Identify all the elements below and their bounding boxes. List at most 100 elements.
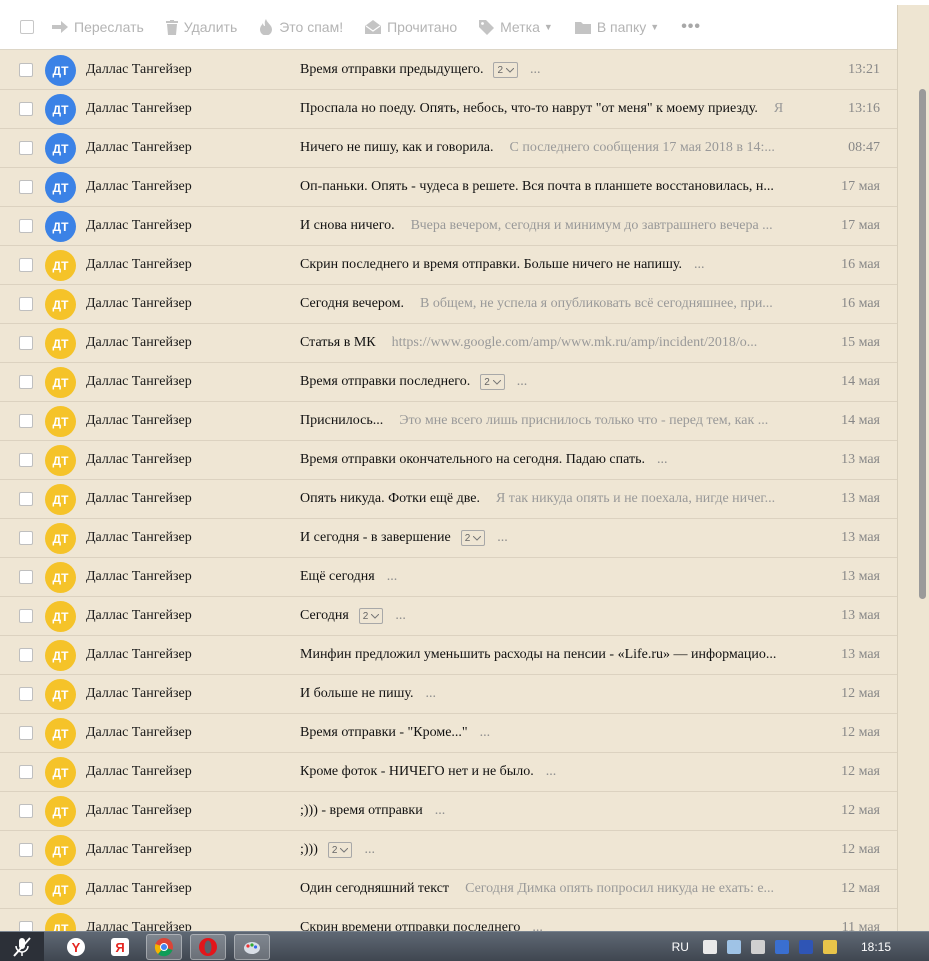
clock[interactable]: 18:15	[861, 940, 891, 954]
avatar[interactable]: ДТ	[45, 55, 76, 86]
scrollbar-thumb[interactable]	[919, 89, 926, 599]
select-all-checkbox[interactable]	[20, 20, 34, 34]
more-icon[interactable]: ...	[657, 452, 668, 468]
avatar[interactable]: ДТ	[45, 562, 76, 593]
email-row[interactable]: ДТ Даллас Тангейзер Проспала но поеду. Опя…	[0, 90, 897, 129]
email-checkbox[interactable]	[19, 882, 33, 896]
email-checkbox[interactable]	[19, 414, 33, 428]
yandex-browser-icon[interactable]: Y	[58, 934, 94, 960]
email-subject-line[interactable]: Время отправки последнего. 2...	[300, 374, 825, 390]
email-row[interactable]: ДТ Даллас Тангейзер Время отправки предыду…	[0, 51, 897, 90]
opera-icon[interactable]	[190, 933, 226, 960]
avatar[interactable]: ДТ	[45, 640, 76, 671]
flag-icon[interactable]	[702, 940, 717, 954]
thread-count-badge[interactable]: 2	[480, 374, 505, 390]
email-checkbox[interactable]	[19, 375, 33, 389]
email-checkbox[interactable]	[19, 648, 33, 662]
more-icon[interactable]: •••	[681, 18, 701, 36]
email-checkbox[interactable]	[19, 765, 33, 779]
email-checkbox[interactable]	[19, 570, 33, 584]
email-subject-line[interactable]: ;))) - время отправки...	[300, 803, 825, 819]
email-row[interactable]: ДТ Даллас Тангейзер Время отправки - "Кром…	[0, 714, 897, 753]
thread-count-badge[interactable]: 2	[460, 530, 486, 546]
email-subject-line[interactable]: Скрин последнего и время отправки. Больш…	[300, 257, 825, 273]
email-subject-line[interactable]: Проспала но поеду. Опять, небось, что-то…	[300, 101, 825, 117]
more-icon[interactable]: ...	[694, 257, 705, 273]
avatar[interactable]: ДТ	[45, 367, 76, 398]
more-icon[interactable]: ...	[364, 842, 375, 858]
update-icon[interactable]	[822, 940, 837, 954]
network-icon[interactable]	[726, 940, 741, 954]
paint-icon[interactable]	[234, 933, 270, 960]
email-checkbox[interactable]	[19, 843, 33, 857]
more-icon[interactable]: ...	[497, 530, 508, 546]
more-icon[interactable]: ...	[425, 686, 436, 702]
avatar[interactable]: ДТ	[45, 757, 76, 788]
chrome-icon[interactable]	[146, 933, 182, 960]
email-subject-line[interactable]: Приснилось... Это мне всего лишь приснило…	[300, 413, 825, 429]
email-subject-line[interactable]: Ещё сегодня...	[300, 569, 825, 585]
email-subject-line[interactable]: Ничего не пишу, как и говорила. С последн…	[300, 140, 825, 156]
avatar[interactable]: ДТ	[45, 484, 76, 515]
monitor-icon[interactable]	[798, 940, 813, 954]
email-checkbox[interactable]	[19, 453, 33, 467]
email-row[interactable]: ДТ Даллас Тангейзер Сегодня 2... 13 мая	[0, 597, 897, 636]
email-checkbox[interactable]	[19, 63, 33, 77]
avatar[interactable]: ДТ	[45, 172, 76, 203]
avatar[interactable]: ДТ	[45, 835, 76, 866]
avatar[interactable]: ДТ	[45, 133, 76, 164]
more-icon[interactable]: ...	[546, 764, 557, 780]
thread-count-badge[interactable]: 2	[493, 62, 519, 78]
thread-count-badge[interactable]: 2	[358, 608, 384, 624]
avatar[interactable]: ДТ	[45, 913, 76, 931]
email-checkbox[interactable]	[19, 609, 33, 623]
email-subject-line[interactable]: Сегодня вечером. В общем, не успела я опу…	[300, 296, 825, 312]
avatar[interactable]: ДТ	[45, 718, 76, 749]
email-subject-line[interactable]: И снова ничего. Вчера вечером, сегодня и …	[300, 218, 825, 234]
email-checkbox[interactable]	[19, 492, 33, 506]
email-row[interactable]: ДТ Даллас Тангейзер Опять никуда. Фотки ещ…	[0, 480, 897, 519]
app-tray-icon[interactable]	[774, 940, 789, 954]
delete-button[interactable]: Удалить	[165, 19, 237, 35]
email-checkbox[interactable]	[19, 102, 33, 116]
avatar[interactable]: ДТ	[45, 874, 76, 905]
email-row[interactable]: ДТ Даллас Тангейзер Кроме фоток - НИЧЕГО н…	[0, 753, 897, 792]
email-row[interactable]: ДТ Даллас Тангейзер Ничего не пишу, как и …	[0, 129, 897, 168]
avatar[interactable]: ДТ	[45, 445, 76, 476]
email-subject-line[interactable]: Опять никуда. Фотки ещё две. Я так никуда…	[300, 491, 825, 507]
language-indicator[interactable]: RU	[672, 940, 689, 954]
email-checkbox[interactable]	[19, 804, 33, 818]
email-row[interactable]: ДТ Даллас Тангейзер Один сегодняшний текст…	[0, 870, 897, 909]
email-checkbox[interactable]	[19, 687, 33, 701]
avatar[interactable]: ДТ	[45, 94, 76, 125]
email-row[interactable]: ДТ Даллас Тангейзер Скрин последнего и вре…	[0, 246, 897, 285]
scrollbar[interactable]	[897, 5, 929, 931]
avatar[interactable]: ДТ	[45, 289, 76, 320]
email-row[interactable]: ДТ Даллас Тангейзер Время отправки последн…	[0, 363, 897, 402]
email-row[interactable]: ДТ Даллас Тангейзер Оп-паньки. Опять - чуд…	[0, 168, 897, 207]
email-subject-line[interactable]: Один сегодняшний текст Сегодня Димка опят…	[300, 881, 825, 897]
email-subject-line[interactable]: Время отправки окончательного на сегодня…	[300, 452, 825, 468]
email-checkbox[interactable]	[19, 921, 33, 931]
email-row[interactable]: ДТ Даллас Тангейзер Скрин времени отправки…	[0, 909, 897, 931]
email-row[interactable]: ДТ Даллас Тангейзер;))) 2... 12 мая	[0, 831, 897, 870]
email-row[interactable]: ДТ Даллас Тангейзер Ещё сегодня... 13 мая	[0, 558, 897, 597]
avatar[interactable]: ДТ	[45, 406, 76, 437]
email-checkbox[interactable]	[19, 336, 33, 350]
avatar[interactable]: ДТ	[45, 250, 76, 281]
email-row[interactable]: ДТ Даллас Тангейзер И больше не пишу.... 12…	[0, 675, 897, 714]
email-subject-line[interactable]: И сегодня - в завершение 2...	[300, 530, 825, 546]
avatar[interactable]: ДТ	[45, 523, 76, 554]
email-subject-line[interactable]: Сегодня 2...	[300, 608, 825, 624]
email-checkbox[interactable]	[19, 219, 33, 233]
email-subject-line[interactable]: Оп-паньки. Опять - чудеса в решете. Вся …	[300, 179, 825, 195]
more-icon[interactable]: ...	[395, 608, 406, 624]
email-row[interactable]: ДТ Даллас Тангейзер Сегодня вечером. В обще…	[0, 285, 897, 324]
more-icon[interactable]: ...	[387, 569, 398, 585]
email-row[interactable]: ДТ Даллас Тангейзер И сегодня - в завершен…	[0, 519, 897, 558]
email-checkbox[interactable]	[19, 141, 33, 155]
thread-count-badge[interactable]: 2	[327, 842, 353, 858]
yandex-icon[interactable]: Я	[102, 934, 138, 960]
more-icon[interactable]: ...	[480, 725, 491, 741]
avatar[interactable]: ДТ	[45, 601, 76, 632]
